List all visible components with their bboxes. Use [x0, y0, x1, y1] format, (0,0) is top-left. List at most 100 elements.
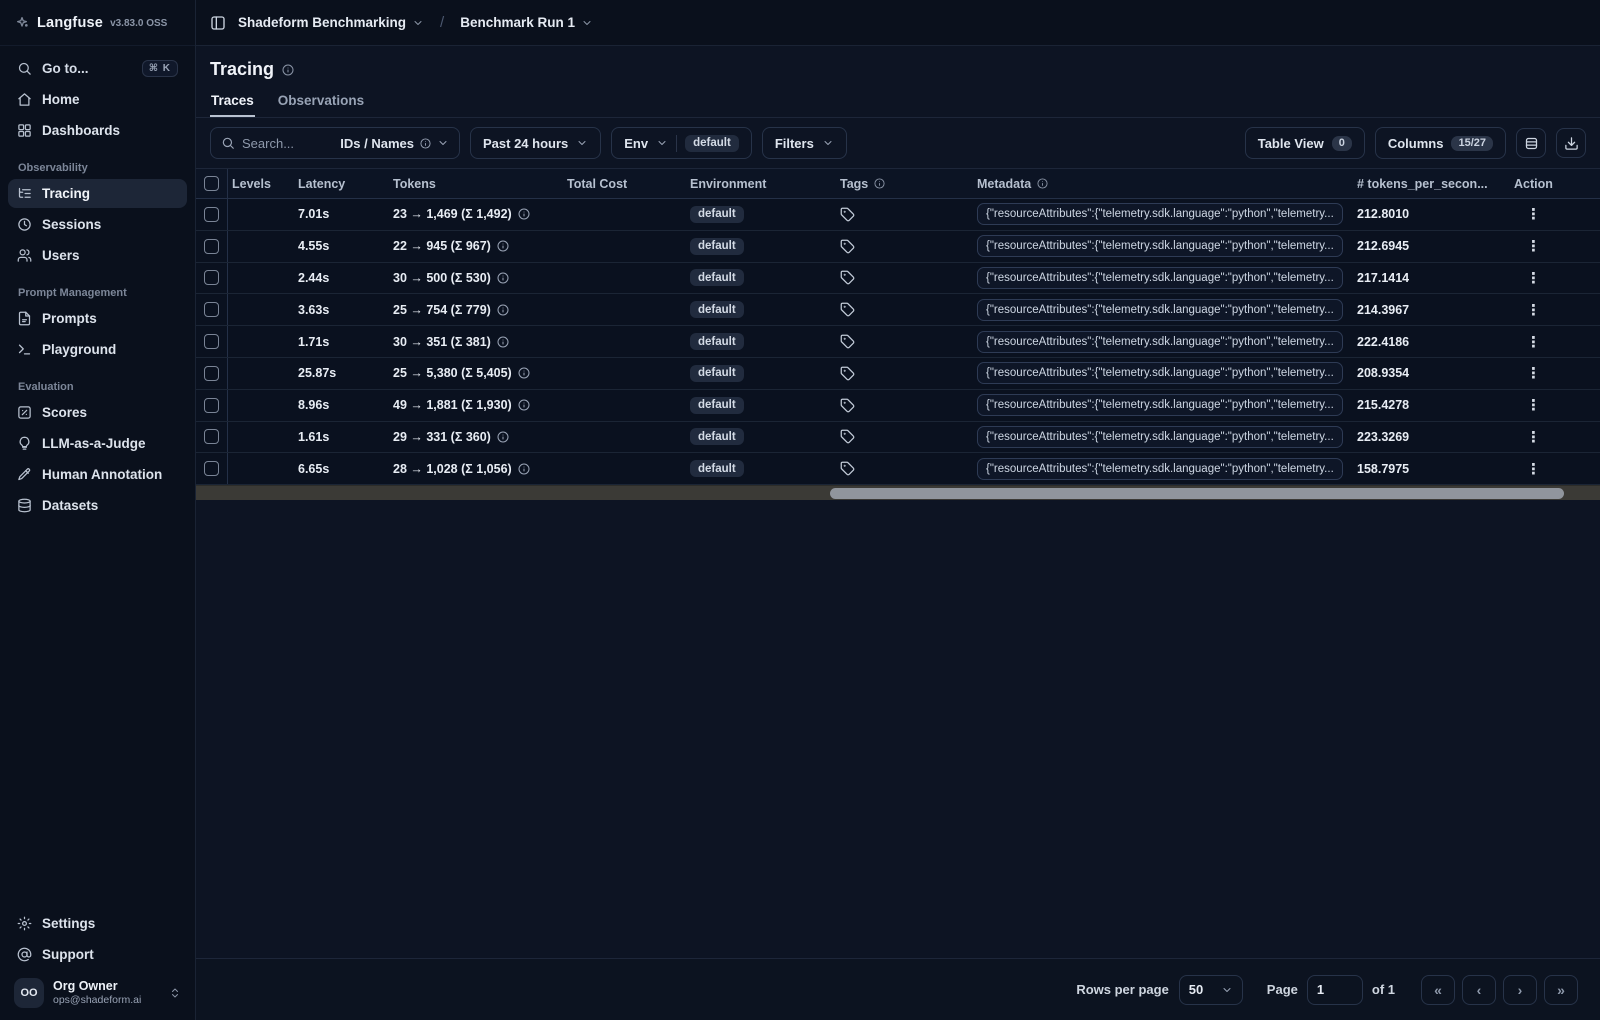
- cell-tags: [836, 207, 973, 222]
- tag-icon[interactable]: [840, 270, 855, 285]
- metadata-pill[interactable]: {"resourceAttributes":{"telemetry.sdk.la…: [977, 266, 1343, 289]
- metadata-pill[interactable]: {"resourceAttributes":{"telemetry.sdk.la…: [977, 235, 1343, 258]
- metadata-pill[interactable]: {"resourceAttributes":{"telemetry.sdk.la…: [977, 394, 1343, 417]
- row-actions-menu-button[interactable]: ⋮: [1522, 301, 1545, 319]
- row-actions-menu-button[interactable]: ⋮: [1522, 396, 1545, 414]
- tag-icon[interactable]: [840, 398, 855, 413]
- filters-button[interactable]: Filters: [761, 127, 847, 159]
- table-row[interactable]: 4.55s 22 → 945 (Σ 967) default {"resourc…: [196, 230, 1600, 263]
- export-button[interactable]: [1556, 128, 1586, 158]
- table-row[interactable]: 1.71s 30 → 351 (Σ 381) default {"resourc…: [196, 326, 1600, 358]
- columns-button[interactable]: Columns 15/27: [1374, 127, 1506, 159]
- scores-label: Scores: [42, 405, 88, 420]
- tag-icon[interactable]: [840, 461, 855, 476]
- table-row[interactable]: 6.65s 28 → 1,028 (Σ 1,056) default {"res…: [196, 453, 1600, 486]
- search-input[interactable]: [242, 135, 334, 151]
- header-metadata: Metadata: [973, 177, 1353, 191]
- table-view-button[interactable]: Table View 0: [1244, 127, 1365, 159]
- sidebar-item-goto[interactable]: Go to... ⌘ K: [8, 54, 187, 83]
- sidebar-item-dashboards[interactable]: Dashboards: [8, 116, 187, 145]
- cell-tags: [836, 429, 973, 444]
- row-checkbox[interactable]: [204, 461, 219, 477]
- sidebar-item-users[interactable]: Users: [8, 241, 187, 270]
- row-checkbox[interactable]: [204, 334, 219, 350]
- sidebar-nav: Go to... ⌘ K Home Dashboards Observabili…: [0, 46, 195, 522]
- row-height-button[interactable]: [1516, 128, 1546, 158]
- metadata-pill[interactable]: {"resourceAttributes":{"telemetry.sdk.la…: [977, 330, 1343, 353]
- tag-icon[interactable]: [840, 429, 855, 444]
- time-range-button[interactable]: Past 24 hours: [470, 127, 602, 159]
- metadata-pill[interactable]: {"resourceAttributes":{"telemetry.sdk.la…: [977, 457, 1343, 480]
- sidebar-item-human-annotation[interactable]: Human Annotation: [8, 460, 187, 489]
- sessions-label: Sessions: [42, 217, 102, 232]
- sidebar-item-llm-judge[interactable]: LLM-as-a-Judge: [8, 429, 187, 458]
- sidebar-item-settings[interactable]: Settings: [8, 909, 187, 938]
- breadcrumb-run[interactable]: Benchmark Run 1: [460, 15, 593, 30]
- search-mode-toggle[interactable]: IDs / Names: [340, 136, 449, 151]
- row-checkbox[interactable]: [204, 238, 219, 254]
- metadata-pill[interactable]: {"resourceAttributes":{"telemetry.sdk.la…: [977, 203, 1343, 226]
- tab-observations[interactable]: Observations: [277, 89, 365, 117]
- row-checkbox[interactable]: [204, 270, 219, 286]
- tag-icon[interactable]: [840, 239, 855, 254]
- table-row[interactable]: 3.63s 25 → 754 (Σ 779) default {"resourc…: [196, 294, 1600, 327]
- info-icon: [497, 431, 509, 443]
- tag-icon[interactable]: [840, 207, 855, 222]
- previous-page-button[interactable]: ‹: [1462, 974, 1496, 1005]
- tag-icon[interactable]: [840, 334, 855, 349]
- sidebar-item-prompts[interactable]: Prompts: [8, 304, 187, 333]
- page-number-input[interactable]: [1306, 974, 1363, 1005]
- environment-badge: default: [690, 301, 744, 319]
- filters-label: Filters: [774, 135, 814, 151]
- cell-metadata: {"resourceAttributes":{"telemetry.sdk.la…: [973, 330, 1353, 353]
- cell-environment: default: [686, 237, 836, 255]
- sidebar-item-scores[interactable]: Scores: [8, 398, 187, 427]
- row-actions-menu-button[interactable]: ⋮: [1522, 333, 1545, 351]
- cell-tokens: 30 → 351 (Σ 381): [389, 335, 563, 349]
- next-page-button[interactable]: ›: [1503, 974, 1537, 1005]
- langfuse-logo-icon: [17, 16, 28, 27]
- metadata-pill[interactable]: {"resourceAttributes":{"telemetry.sdk.la…: [977, 362, 1343, 385]
- env-filter[interactable]: Env default: [611, 127, 752, 159]
- table-row[interactable]: 7.01s 23 → 1,469 (Σ 1,492) default {"res…: [196, 199, 1600, 231]
- first-page-button[interactable]: «: [1421, 974, 1455, 1005]
- tab-traces[interactable]: Traces: [210, 89, 255, 117]
- row-actions-menu-button[interactable]: ⋮: [1522, 237, 1545, 255]
- sidebar-toggle-button[interactable]: [210, 15, 226, 31]
- user-menu[interactable]: OO Org Owner ops@shadeform.ai: [8, 971, 187, 1010]
- table-row[interactable]: 1.61s 29 → 331 (Σ 360) default {"resourc…: [196, 421, 1600, 454]
- rows-per-page-select[interactable]: 50: [1178, 974, 1243, 1005]
- sidebar-item-playground[interactable]: Playground: [8, 335, 187, 364]
- table-row[interactable]: 25.87s 25 → 5,380 (Σ 5,405) default {"re…: [196, 357, 1600, 390]
- breadcrumb-project[interactable]: Shadeform Benchmarking: [238, 15, 424, 30]
- sidebar-item-datasets[interactable]: Datasets: [8, 491, 187, 520]
- row-actions-menu-button[interactable]: ⋮: [1522, 428, 1545, 446]
- metadata-pill[interactable]: {"resourceAttributes":{"telemetry.sdk.la…: [977, 298, 1343, 321]
- tracing-icon: [18, 187, 31, 198]
- sidebar-item-tracing[interactable]: Tracing: [8, 179, 187, 208]
- sidebar-item-sessions[interactable]: Sessions: [8, 210, 187, 239]
- row-checkbox[interactable]: [204, 365, 219, 381]
- row-checkbox[interactable]: [204, 302, 219, 318]
- sidebar-item-home[interactable]: Home: [8, 85, 187, 114]
- cell-tokens: 28 → 1,028 (Σ 1,056): [389, 462, 563, 476]
- row-actions-menu-button[interactable]: ⋮: [1522, 269, 1545, 287]
- info-icon: [497, 336, 509, 348]
- tag-icon[interactable]: [840, 302, 855, 317]
- env-value-chip: default: [685, 134, 739, 152]
- row-actions-menu-button[interactable]: ⋮: [1522, 460, 1545, 478]
- last-page-button[interactable]: »: [1544, 974, 1578, 1005]
- table-row[interactable]: 2.44s 30 → 500 (Σ 530) default {"resourc…: [196, 262, 1600, 295]
- table-row[interactable]: 8.96s 49 → 1,881 (Σ 1,930) default {"res…: [196, 389, 1600, 422]
- row-actions-menu-button[interactable]: ⋮: [1522, 205, 1545, 223]
- row-actions-menu-button[interactable]: ⋮: [1522, 364, 1545, 382]
- row-checkbox[interactable]: [204, 429, 219, 445]
- select-all-checkbox[interactable]: [204, 176, 219, 191]
- metadata-pill[interactable]: {"resourceAttributes":{"telemetry.sdk.la…: [977, 425, 1343, 448]
- cell-action: ⋮: [1510, 205, 1600, 223]
- row-checkbox[interactable]: [204, 206, 219, 222]
- tag-icon[interactable]: [840, 366, 855, 381]
- scrollbar-thumb[interactable]: [830, 487, 1564, 500]
- row-checkbox[interactable]: [204, 397, 219, 413]
- sidebar-item-support[interactable]: Support: [8, 940, 187, 969]
